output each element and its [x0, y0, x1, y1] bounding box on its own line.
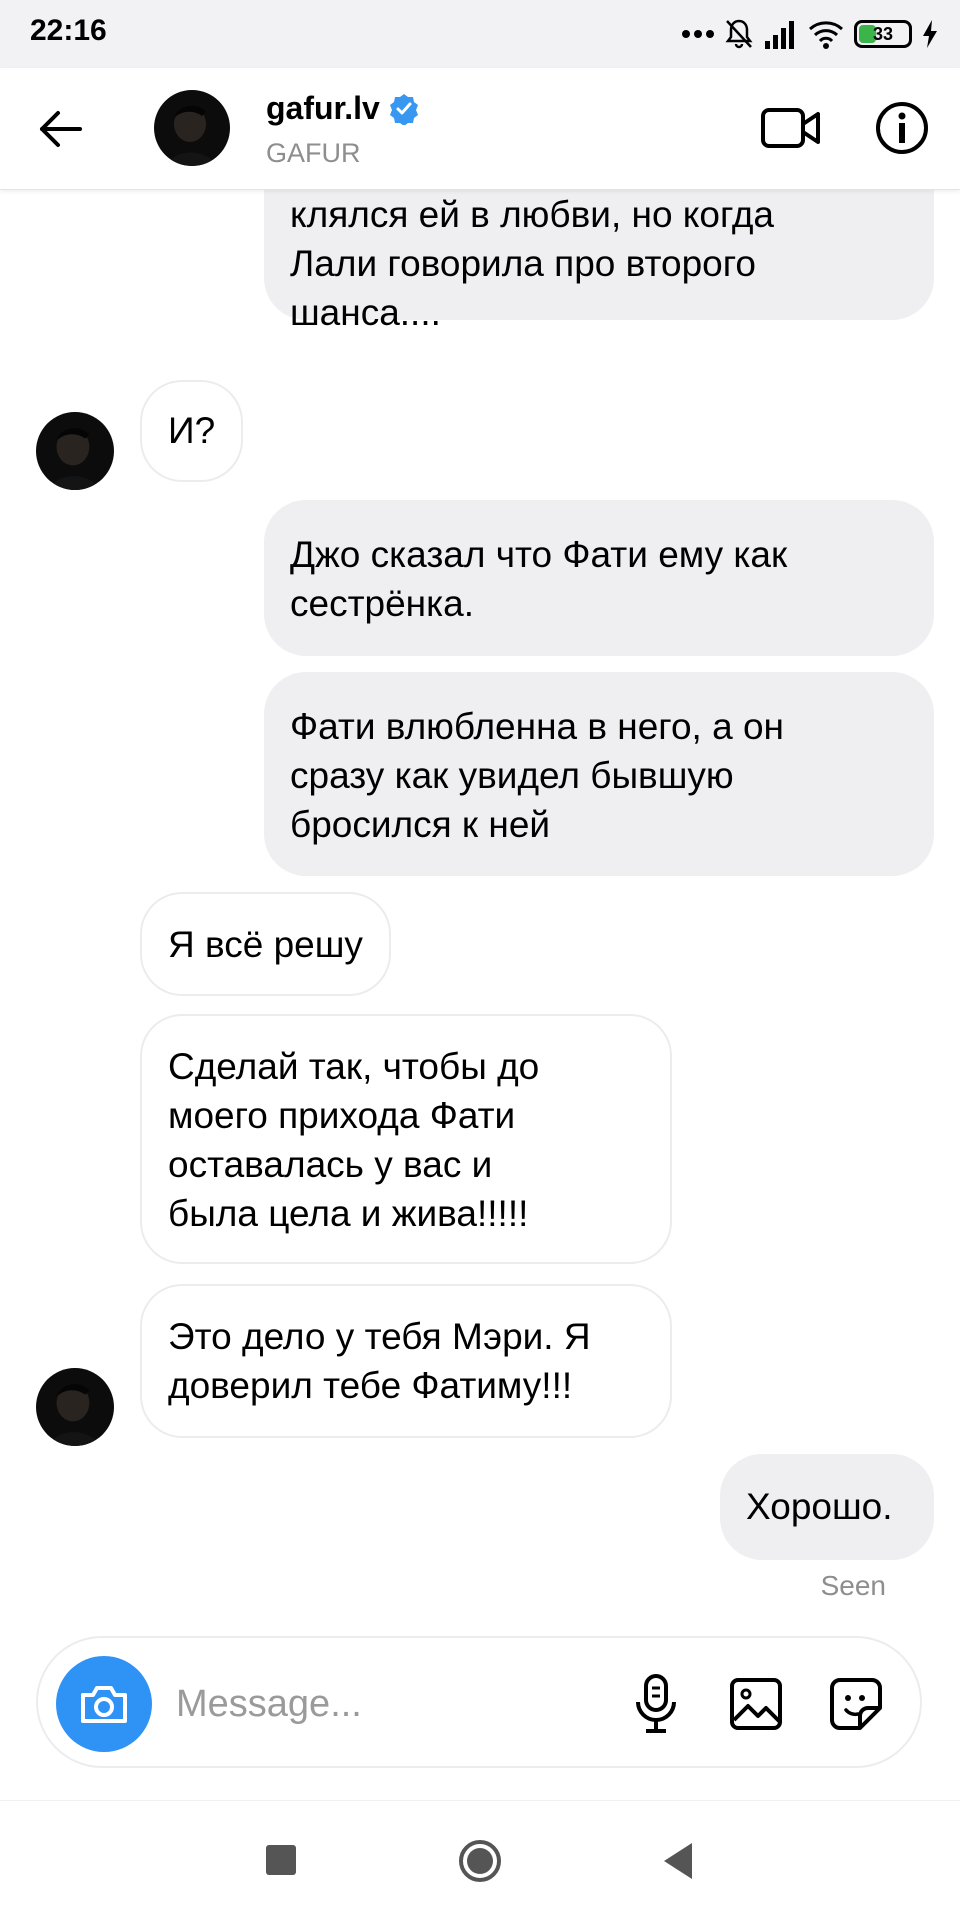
message-text: И?: [168, 410, 216, 451]
status-bar: 22:16 33: [0, 0, 960, 68]
camera-button[interactable]: [56, 1656, 152, 1752]
message-text: Джо сказал что Фати ему как сестрёнка.: [290, 534, 788, 624]
battery-percent: 33: [872, 23, 894, 44]
message-bubble-outgoing[interactable]: клялся ей в любви, но когда Лали говорил…: [264, 190, 934, 333]
recents-icon[interactable]: [266, 1845, 296, 1875]
sticker-icon[interactable]: [828, 1676, 884, 1732]
back-arrow-icon[interactable]: [36, 104, 86, 154]
message-bubble-incoming[interactable]: Я всё решу: [140, 892, 391, 996]
gallery-icon[interactable]: [728, 1676, 784, 1732]
message-bubble-outgoing[interactable]: Хорошо.: [720, 1454, 934, 1560]
message-bubble-outgoing[interactable]: Фати влюбленна в него, а он сразу как ув…: [264, 672, 934, 876]
status-time: 22:16: [30, 14, 107, 47]
message-input[interactable]: [176, 1676, 476, 1732]
header-avatar[interactable]: [154, 90, 230, 166]
verified-badge-icon: [389, 93, 418, 125]
message-bubble-incoming[interactable]: Сделай так, чтобы до моего прихода Фати …: [140, 1014, 672, 1264]
home-icon[interactable]: [458, 1839, 502, 1883]
header-subtitle: GAFUR: [266, 138, 361, 168]
dots-icon: [682, 30, 714, 38]
message-text: Хорошо.: [746, 1486, 893, 1527]
message-avatar[interactable]: [36, 1368, 114, 1446]
message-text: Я всё решу: [168, 924, 363, 965]
message-text: клялся ей в любви, но когда Лали говорил…: [290, 194, 774, 333]
signal-icon: [765, 21, 794, 49]
message-text: Фати влюбленна в него, а он сразу как ув…: [290, 706, 784, 845]
header-username-row[interactable]: gafur.lv: [266, 90, 420, 127]
charging-icon: [923, 20, 937, 48]
message-text: Это дело у тебя Мэри. Я доверил тебе Фат…: [168, 1316, 591, 1406]
system-navbar: [0, 1800, 960, 1920]
chat-header: gafur.lv GAFUR: [0, 68, 960, 190]
seen-indicator: Seen: [820, 1570, 886, 1601]
message-bubble-outgoing[interactable]: Джо сказал что Фати ему как сестрёнка.: [264, 500, 934, 656]
header-username: gafur.lv: [266, 90, 380, 126]
bell-off-icon: [725, 19, 753, 49]
status-icons: 33: [682, 16, 938, 52]
message-composer: [36, 1636, 922, 1768]
video-call-icon[interactable]: [760, 102, 822, 154]
wifi-icon: [809, 21, 843, 49]
microphone-icon[interactable]: [628, 1674, 684, 1734]
message-bubble-incoming[interactable]: Это дело у тебя Мэри. Я доверил тебе Фат…: [140, 1284, 672, 1438]
message-text: Сделай так, чтобы до моего прихода Фати …: [168, 1046, 540, 1234]
battery-icon: 33: [854, 20, 912, 48]
message-thread: клялся ей в любви, но когда Лали говорил…: [0, 190, 960, 1630]
instagram-dm-screen: 22:16 33 gafur.lv GAFUR клялся ей в любв…: [0, 0, 960, 1920]
back-icon[interactable]: [660, 1841, 694, 1881]
message-avatar[interactable]: [36, 412, 114, 490]
info-icon[interactable]: [874, 100, 930, 156]
camera-icon: [81, 1686, 127, 1723]
message-bubble-incoming[interactable]: И?: [140, 380, 244, 482]
